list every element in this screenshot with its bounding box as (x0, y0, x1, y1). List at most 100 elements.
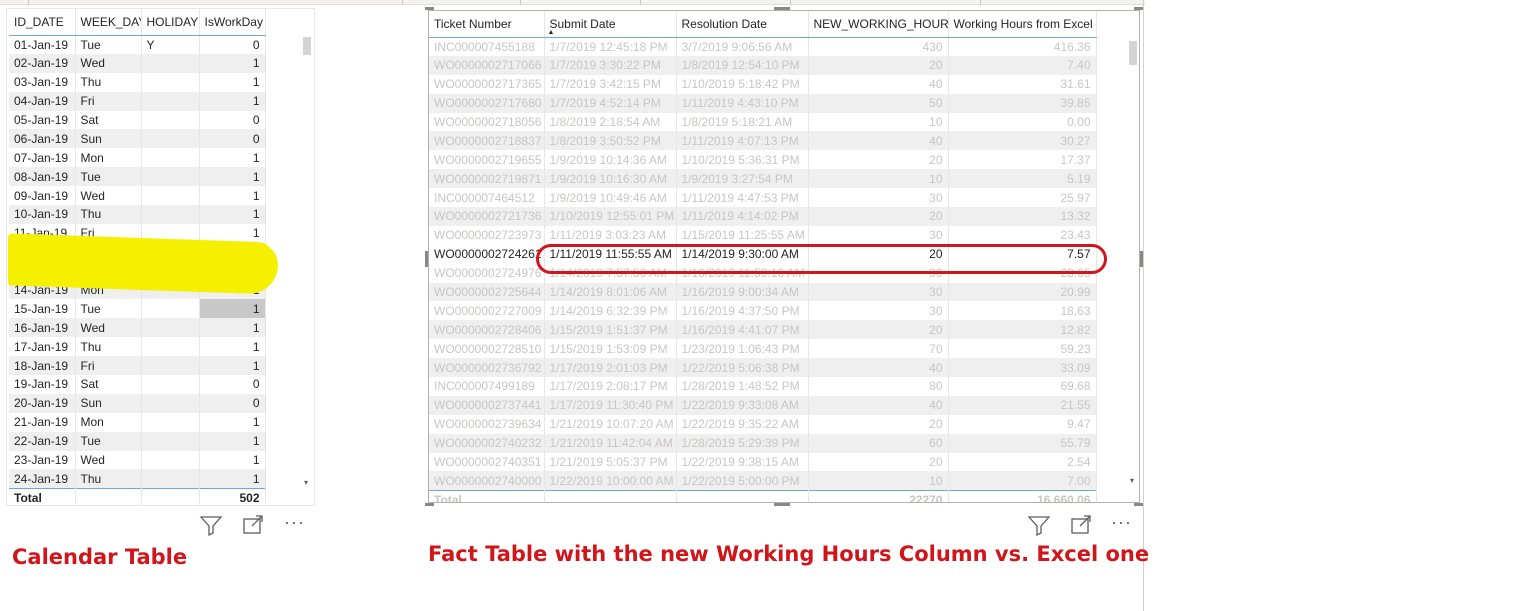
calendar-row[interactable]: 03-Jan-19 Thu 1 (9, 72, 266, 92)
calendar-cell[interactable]: Sat (75, 110, 142, 130)
calendar-cell[interactable] (141, 91, 200, 111)
calendar-row[interactable]: 16-Jan-19 Wed 1 (9, 318, 266, 338)
calendar-cell[interactable]: Fri (75, 91, 142, 111)
more-options-icon[interactable]: ··· (1111, 512, 1132, 533)
calendar-cell[interactable]: 1 (199, 450, 266, 470)
fact-scroll-down-icon[interactable]: ▾ (1130, 477, 1134, 485)
calendar-cell[interactable] (141, 431, 200, 451)
fact-cell[interactable]: 1/10/2019 5:18:42 PM (676, 74, 809, 94)
calendar-cell[interactable]: Tue (75, 431, 142, 451)
fact-cell[interactable]: 1/22/2019 5:06:38 PM (676, 358, 809, 378)
calendar-cell[interactable]: Sun (75, 393, 142, 413)
calendar-cell[interactable]: 06-Jan-19 (9, 129, 76, 149)
fact-cell[interactable]: 1/10/2019 5:36:31 PM (676, 150, 809, 170)
calendar-cell[interactable]: 07-Jan-19 (9, 148, 76, 168)
calendar-cell[interactable]: Y (141, 35, 200, 54)
fact-cell[interactable]: 20 (808, 320, 949, 340)
calendar-cell[interactable]: 1 (199, 356, 266, 376)
fact-cell[interactable]: WO0000002724261 (429, 244, 545, 264)
fact-row[interactable]: WO0000002719655 1/9/2019 10:14:36 AM 1/10/… (429, 150, 1097, 170)
fact-column-header[interactable]: Resolution Date (676, 11, 809, 38)
calendar-row[interactable]: 21-Jan-19 Mon 1 (9, 412, 266, 432)
fact-cell[interactable]: 10 (808, 169, 949, 189)
resize-handle-left-mid[interactable] (425, 251, 428, 267)
resize-handle-top-left[interactable] (425, 7, 434, 10)
fact-cell[interactable]: WO0000002717365 (429, 74, 545, 94)
calendar-cell[interactable]: 1 (199, 186, 266, 206)
calendar-row[interactable]: 17-Jan-19 Thu 1 (9, 337, 266, 357)
fact-cell[interactable]: INC000007455188 (429, 37, 545, 56)
fact-cell[interactable]: 13.32 (948, 207, 1097, 226)
calendar-cell[interactable]: 1 (199, 53, 266, 73)
calendar-cell[interactable]: 1 (199, 148, 266, 168)
calendar-column-header[interactable]: WEEK_DAY (75, 9, 142, 36)
fact-cell[interactable]: 20 (808, 207, 949, 226)
calendar-cell[interactable]: 23-Jan-19 (9, 450, 76, 470)
calendar-cell[interactable]: 15-Jan-19 (9, 299, 76, 319)
fact-cell[interactable]: 1/9/2019 3:27:54 PM (676, 169, 809, 189)
calendar-row[interactable]: 10-Jan-19 Thu 1 (9, 205, 266, 224)
fact-row[interactable]: WO0000002740232 1/21/2019 11:42:04 AM 1/28… (429, 433, 1097, 453)
calendar-cell[interactable]: 1 (199, 299, 266, 319)
fact-cell[interactable]: 1/7/2019 4:52:14 PM (544, 93, 677, 113)
fact-cell[interactable]: 69.68 (948, 377, 1097, 396)
calendar-cell[interactable]: 1 (199, 167, 266, 187)
fact-row[interactable]: WO0000002723973 1/11/2019 3:03:23 AM 1/15/… (429, 225, 1097, 245)
calendar-cell[interactable] (141, 337, 200, 357)
calendar-cell[interactable]: Sun (75, 129, 142, 149)
calendar-cell[interactable]: Thu (75, 337, 142, 357)
calendar-row[interactable]: 23-Jan-19 Wed 1 (9, 450, 266, 470)
calendar-row[interactable]: 07-Jan-19 Mon 1 (9, 148, 266, 168)
fact-cell[interactable]: 1/28/2019 1:48:52 PM (676, 377, 809, 396)
calendar-cell[interactable]: 1 (199, 337, 266, 357)
calendar-cell[interactable] (141, 450, 200, 470)
fact-cell[interactable]: 7.00 (948, 471, 1097, 491)
calendar-cell[interactable] (141, 167, 200, 187)
fact-cell[interactable]: 1/14/2019 6:32:39 PM (544, 301, 677, 321)
calendar-cell[interactable] (141, 318, 200, 338)
fact-cell[interactable]: 1/17/2019 2:01:03 PM (544, 358, 677, 378)
calendar-column-header[interactable]: HOLIDAY (141, 9, 200, 36)
fact-row[interactable]: WO0000002728406 1/15/2019 1:51:37 PM 1/16/… (429, 320, 1097, 340)
calendar-cell[interactable]: 1 (199, 469, 266, 489)
fact-cell[interactable]: WO0000002719871 (429, 169, 545, 189)
fact-cell[interactable]: 1/22/2019 5:00:00 PM (676, 471, 809, 491)
fact-cell[interactable]: 33.09 (948, 358, 1097, 378)
calendar-cell[interactable]: 02-Jan-19 (9, 53, 76, 73)
fact-column-header[interactable]: Working Hours from Excel (948, 11, 1097, 38)
calendar-cell[interactable]: 01-Jan-19 (9, 35, 76, 54)
calendar-cell[interactable]: 0 (199, 375, 266, 394)
fact-cell[interactable]: 20 (808, 55, 949, 75)
fact-row[interactable]: WO0000002737441 1/17/2019 11:30:40 PM 1/22… (429, 395, 1097, 415)
fact-cell[interactable]: 25.97 (948, 188, 1097, 208)
calendar-cell[interactable] (141, 412, 200, 432)
calendar-cell[interactable]: 10-Jan-19 (9, 205, 76, 224)
fact-cell[interactable]: 31.61 (948, 74, 1097, 94)
calendar-cell[interactable]: 1 (199, 318, 266, 338)
fact-cell[interactable]: 80 (808, 377, 949, 396)
calendar-scroll-thumb[interactable] (303, 37, 311, 55)
fact-cell[interactable]: WO0000002723973 (429, 225, 545, 245)
calendar-cell[interactable] (141, 205, 200, 224)
fact-cell[interactable]: 10 (808, 471, 949, 491)
fact-cell[interactable]: WO0000002737441 (429, 395, 545, 415)
focus-mode-icon[interactable] (1070, 515, 1092, 535)
calendar-cell[interactable] (141, 129, 200, 149)
fact-cell[interactable]: 1/22/2019 9:38:15 AM (676, 452, 809, 472)
fact-cell[interactable]: 1/16/2019 9:00:34 AM (676, 282, 809, 302)
calendar-cell[interactable]: 17-Jan-19 (9, 337, 76, 357)
calendar-row[interactable]: 24-Jan-19 Thu 1 (9, 469, 266, 489)
fact-row[interactable]: WO0000002740351 1/21/2019 5:05:37 PM 1/22/… (429, 452, 1097, 472)
fact-cell[interactable]: 1/9/2019 10:14:36 AM (544, 150, 677, 170)
calendar-cell[interactable]: Thu (75, 205, 142, 224)
calendar-cell[interactable]: 24-Jan-19 (9, 469, 76, 489)
fact-cell[interactable]: 1/11/2019 4:43:10 PM (676, 93, 809, 113)
fact-cell[interactable]: 0.00 (948, 112, 1097, 132)
fact-cell[interactable]: 1/21/2019 10:07:20 AM (544, 414, 677, 434)
fact-row[interactable]: WO0000002725644 1/14/2019 8:01:06 AM 1/16/… (429, 282, 1097, 302)
calendar-cell[interactable]: 09-Jan-19 (9, 186, 76, 206)
fact-cell[interactable]: 1/9/2019 10:16:30 AM (544, 169, 677, 189)
fact-row[interactable]: WO0000002717365 1/7/2019 3:42:15 PM 1/10/2… (429, 74, 1097, 94)
fact-cell[interactable]: 1/9/2019 10:49:46 AM (544, 188, 677, 208)
fact-row[interactable]: INC000007499189 1/17/2019 2:08:17 PM 1/28/… (429, 377, 1097, 396)
